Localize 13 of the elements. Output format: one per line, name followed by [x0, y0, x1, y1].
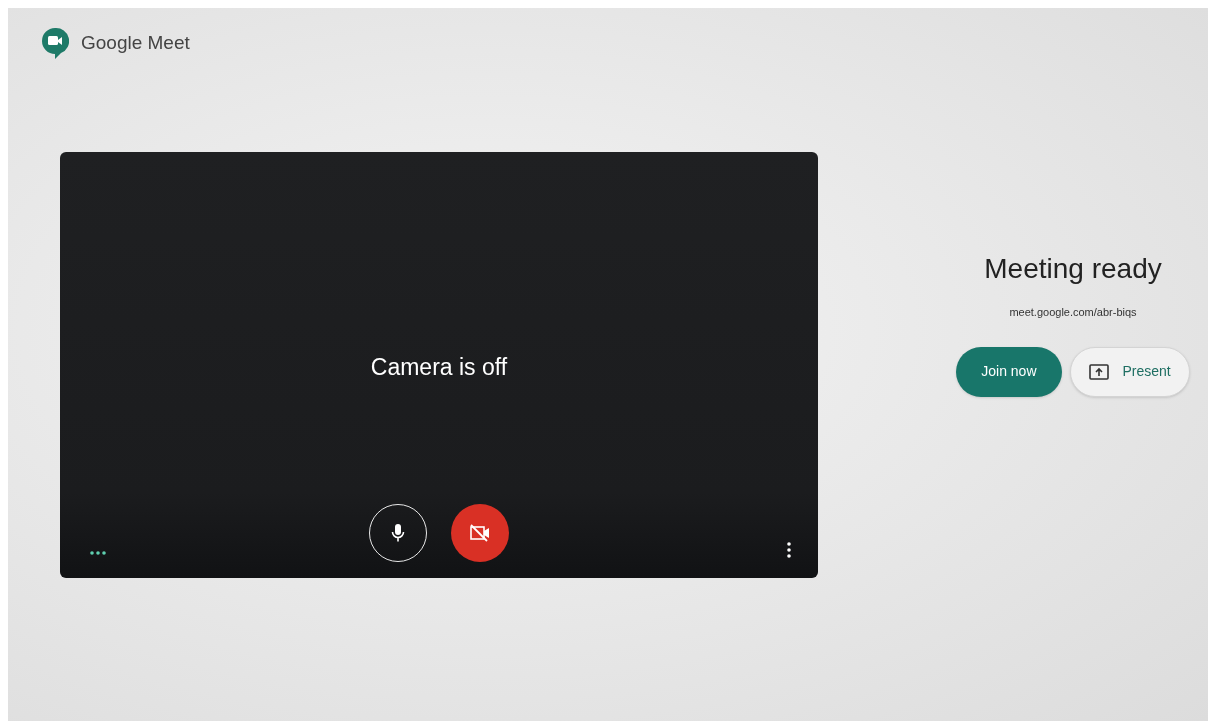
- more-vertical-icon: [787, 542, 791, 558]
- microphone-icon: [391, 523, 405, 543]
- more-icon: [90, 551, 106, 555]
- camera-off-icon: [469, 524, 491, 542]
- options-button[interactable]: [784, 540, 794, 560]
- join-button[interactable]: Join now: [956, 346, 1062, 397]
- present-icon: [1088, 363, 1109, 380]
- logo-icon: [41, 27, 69, 59]
- meeting-title: Meeting ready: [984, 252, 1162, 286]
- camera-button[interactable]: [451, 504, 509, 562]
- present-button[interactable]: Present: [1069, 346, 1190, 397]
- camera-status-text: Camera is off: [370, 353, 508, 382]
- app-title: Google Meet: [81, 30, 190, 55]
